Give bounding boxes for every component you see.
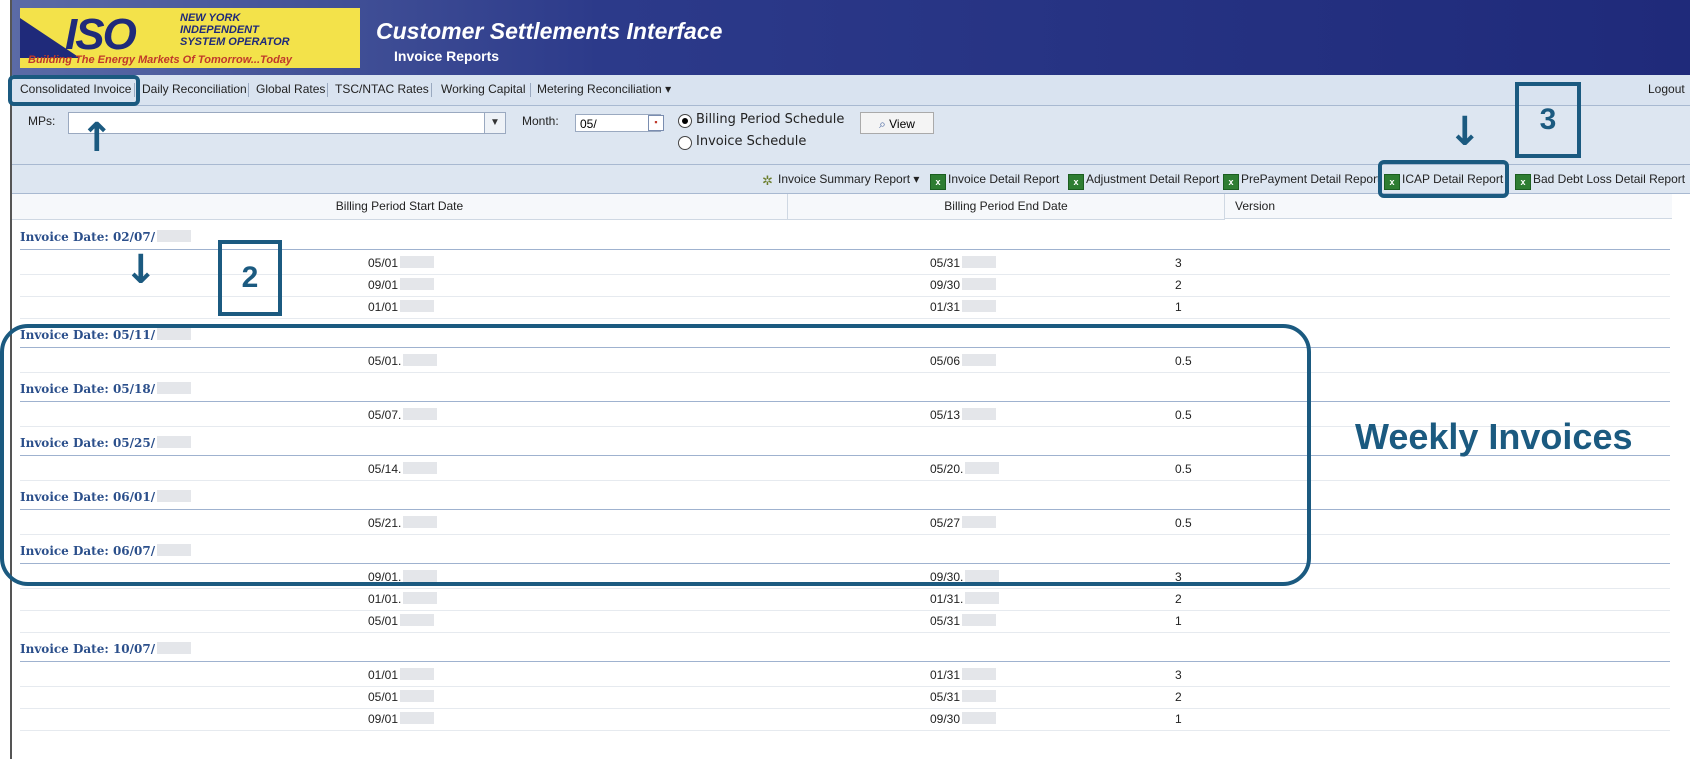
- end-date-cell: 01/31: [930, 300, 997, 314]
- version-cell: 1: [1175, 614, 1182, 628]
- adjustment-detail-report-button[interactable]: x Adjustment Detail Report: [1068, 172, 1219, 190]
- version-cell: 3: [1175, 668, 1182, 682]
- main-menu: Consolidated Invoice Daily Reconciliatio…: [12, 75, 1690, 106]
- end-date-cell: 01/31.: [930, 592, 1000, 606]
- start-date-cell: 01/01: [368, 668, 435, 682]
- calendar-icon[interactable]: ▪: [648, 115, 664, 131]
- start-date-cell: 09/01: [368, 712, 435, 726]
- invoice-detail-report-button[interactable]: x Invoice Detail Report: [930, 172, 1059, 190]
- menu-tsc-ntac-rates[interactable]: TSC/NTAC Rates: [335, 82, 429, 96]
- caret-down-icon: ▾: [913, 172, 920, 186]
- up-arrow-icon: ↑: [80, 115, 114, 161]
- table-row[interactable]: 01/01 01/31 3: [20, 664, 1670, 687]
- menu-global-rates[interactable]: Global Rates: [256, 82, 325, 96]
- month-label: Month:: [522, 114, 559, 128]
- invoice-group-header[interactable]: Invoice Date: 10/07/: [20, 638, 192, 660]
- version-cell: 3: [1175, 256, 1182, 270]
- end-date-cell: 01/31: [930, 668, 997, 682]
- bad-debt-loss-detail-report-button[interactable]: x Bad Debt Loss Detail Report: [1515, 172, 1685, 190]
- annotation-box-icap: [1378, 160, 1509, 198]
- mps-select[interactable]: ▼: [68, 112, 506, 134]
- excel-icon: x: [1515, 174, 1531, 190]
- dropdown-arrow-icon[interactable]: ▼: [484, 113, 505, 133]
- page-subtitle: Invoice Reports: [394, 48, 500, 64]
- start-date-cell: 01/01: [368, 300, 435, 314]
- table-row[interactable]: 05/01 05/31 2: [20, 686, 1670, 709]
- caret-down-icon: ▾: [665, 82, 672, 96]
- page-title: Customer Settlements Interface: [376, 18, 723, 44]
- down-arrow-icon: ↓: [124, 247, 158, 293]
- start-date-cell: 09/01: [368, 278, 435, 292]
- start-date-cell: 05/01: [368, 614, 435, 628]
- end-date-cell: 05/31: [930, 256, 997, 270]
- prepayment-detail-report-button[interactable]: x PrePayment Detail Report: [1223, 172, 1380, 190]
- filter-panel: MPs: ▼ Month: 05/ ▪ Billing Period Sched…: [12, 106, 1690, 165]
- annotation-box-consolidated: [8, 75, 140, 106]
- start-date-cell: 05/01: [368, 690, 435, 704]
- menu-metering-reconciliation[interactable]: Metering Reconciliation ▾: [537, 82, 671, 96]
- invoice-schedule-label: Invoice Schedule: [696, 134, 807, 149]
- excel-icon: x: [930, 174, 946, 190]
- billing-period-label: Billing Period Schedule: [696, 112, 845, 127]
- logo-tagline: Building The Energy Markets Of Tomorrow.…: [28, 54, 293, 66]
- menu-daily-reconciliation[interactable]: Daily Reconciliation: [142, 82, 247, 96]
- column-header-start-date[interactable]: Billing Period Start Date: [12, 194, 788, 220]
- version-cell: 2: [1175, 592, 1182, 606]
- nyiso-logo: ISO NEW YORK INDEPENDENT SYSTEM OPERATOR…: [20, 8, 360, 68]
- weekly-invoices-callout: Weekly Invoices: [1355, 416, 1633, 457]
- excel-icon: x: [1068, 174, 1084, 190]
- end-date-cell: 05/31: [930, 614, 997, 628]
- excel-icon: x: [1223, 174, 1239, 190]
- logo-org-name: NEW YORK INDEPENDENT SYSTEM OPERATOR: [180, 12, 290, 48]
- version-cell: 1: [1175, 300, 1182, 314]
- version-cell: 1: [1175, 712, 1182, 726]
- end-date-cell: 05/31: [930, 690, 997, 704]
- down-arrow-icon: ↓: [1448, 109, 1482, 155]
- logout-link[interactable]: Logout: [1648, 82, 1685, 96]
- menu-working-capital[interactable]: Working Capital: [441, 82, 525, 96]
- start-date-cell: 05/01: [368, 256, 435, 270]
- invoice-summary-report-button[interactable]: ✲ Invoice Summary Report ▾: [762, 172, 920, 188]
- version-cell: 2: [1175, 690, 1182, 704]
- magnifier-icon: ⌕: [879, 117, 886, 131]
- table-row[interactable]: 09/01 09/30 1: [20, 708, 1670, 731]
- annotation-number-3: 3: [1515, 82, 1581, 158]
- mps-label: MPs:: [28, 114, 56, 128]
- end-date-cell: 09/30: [930, 712, 997, 726]
- start-date-cell: 01/01.: [368, 592, 438, 606]
- annotation-number-2: 2: [218, 240, 282, 316]
- invoice-group-header[interactable]: Invoice Date: 02/07/: [20, 226, 192, 248]
- column-header-end-date[interactable]: Billing Period End Date: [788, 194, 1225, 220]
- table-row[interactable]: 01/01. 01/31. 2: [20, 588, 1670, 611]
- end-date-cell: 09/30: [930, 278, 997, 292]
- invoice-schedule-radio[interactable]: [678, 136, 692, 150]
- version-cell: 2: [1175, 278, 1182, 292]
- logo-iso-text: ISO: [65, 10, 137, 59]
- annotation-box-weekly: [0, 324, 1311, 586]
- view-button[interactable]: ⌕ View: [860, 112, 934, 134]
- table-row[interactable]: 05/01 05/31 1: [20, 610, 1670, 633]
- billing-period-radio[interactable]: [678, 114, 692, 128]
- app-header: ISO NEW YORK INDEPENDENT SYSTEM OPERATOR…: [12, 0, 1690, 75]
- gear-icon: ✲: [762, 173, 773, 188]
